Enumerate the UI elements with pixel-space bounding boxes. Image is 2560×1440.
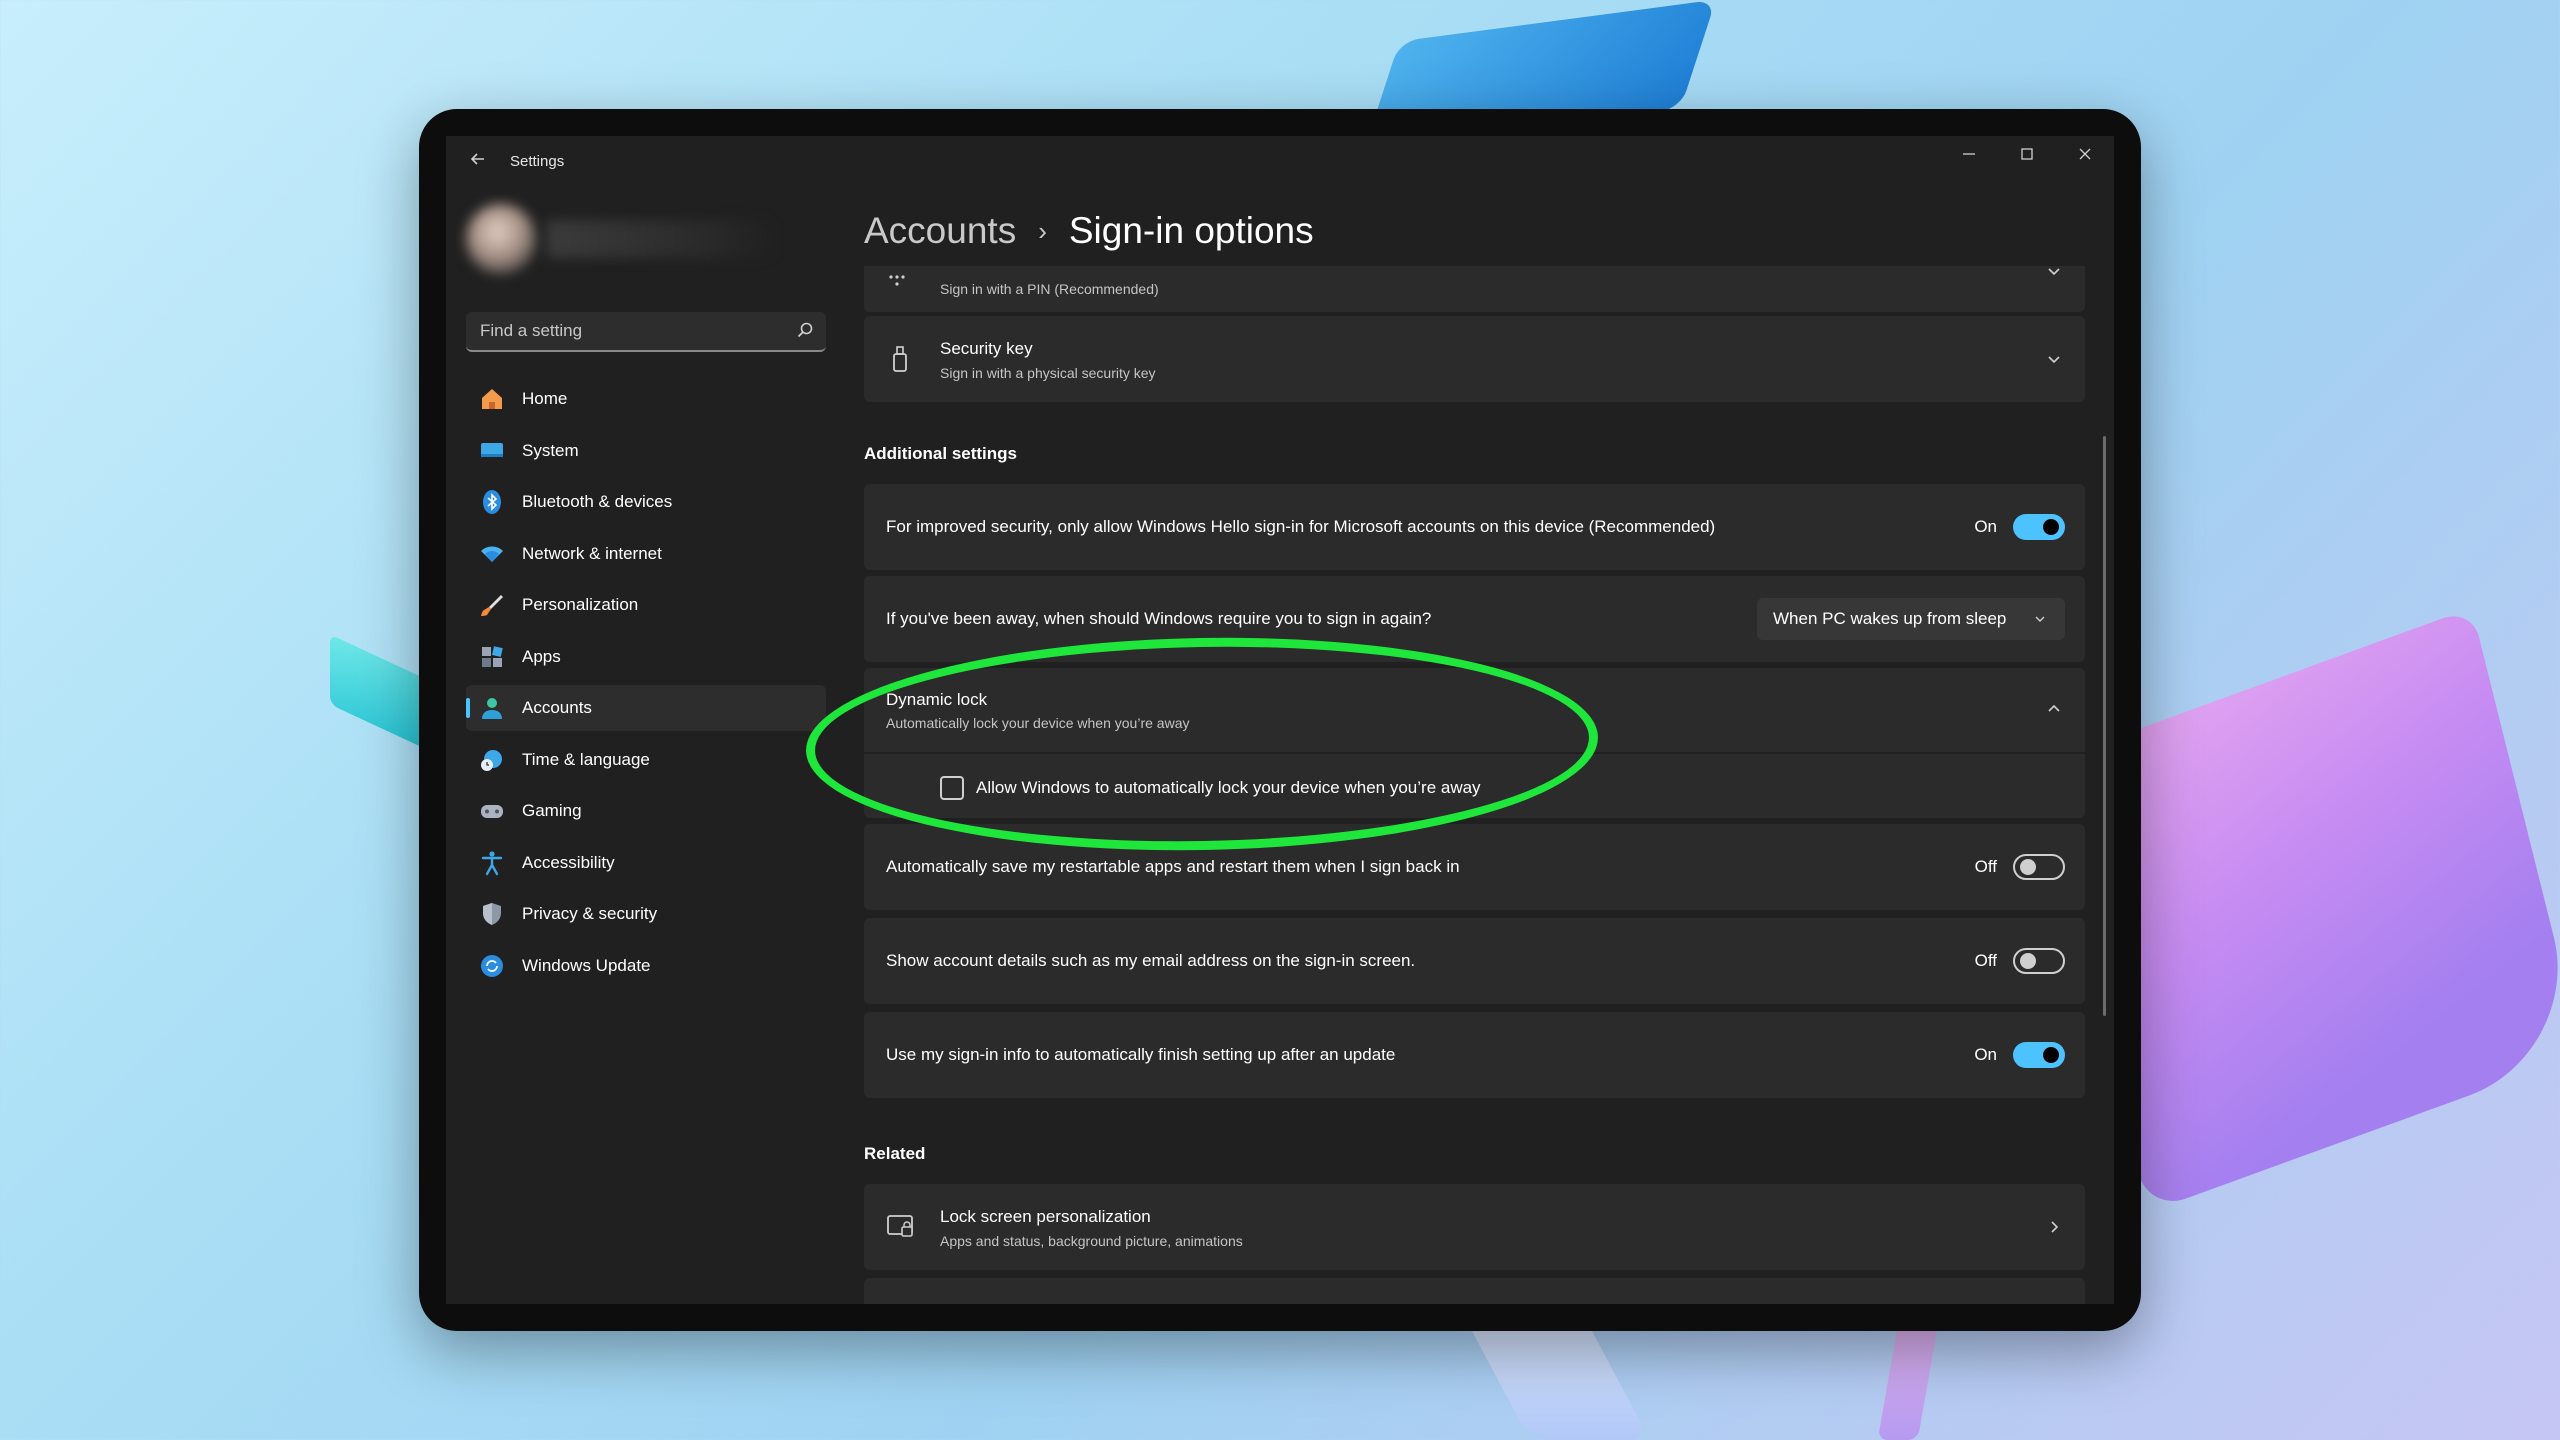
pin-card[interactable]: Sign in with a PIN (Recommended): [864, 266, 2085, 312]
security-key-card[interactable]: Security key Sign in with a physical sec…: [864, 316, 2085, 402]
pin-icon: [889, 275, 905, 286]
sidebar-item-accounts[interactable]: Accounts: [466, 685, 826, 731]
security-key-subtitle: Sign in with a physical security key: [940, 365, 1156, 381]
shield-icon: [478, 900, 506, 928]
user-profile[interactable]: [456, 194, 796, 286]
lock-screen-card[interactable]: Lock screen personalization Apps and sta…: [864, 1184, 2085, 1270]
chevron-up-icon[interactable]: [2045, 700, 2063, 718]
require-signin-value: When PC wakes up from sleep: [1773, 609, 2007, 628]
account-details-state: Off: [1974, 951, 1997, 970]
related-heading: Related: [864, 1144, 926, 1163]
lock-screen-title: Lock screen personalization: [940, 1207, 1151, 1226]
apps-icon: [478, 643, 506, 671]
finish-setup-toggle[interactable]: [2013, 1042, 2065, 1068]
search-icon[interactable]: [796, 321, 814, 339]
back-arrow-icon[interactable]: [466, 149, 490, 173]
wifi-icon: [478, 540, 506, 568]
security-key-title: Security key: [940, 339, 1033, 358]
scrollbar[interactable]: [2103, 436, 2106, 1016]
minimize-button[interactable]: [1940, 136, 1998, 172]
brush-icon: [478, 591, 506, 619]
accessibility-icon: [478, 849, 506, 877]
breadcrumb-accounts[interactable]: Accounts: [864, 210, 1016, 252]
finish-setup-card: Use my sign-in info to automatically fin…: [864, 1012, 2085, 1098]
avatar: [466, 204, 536, 274]
sidebar-item-network[interactable]: Network & internet: [466, 531, 826, 577]
require-signin-label: If you've been away, when should Windows…: [886, 609, 1432, 628]
chevron-down-icon: [2035, 616, 2045, 622]
sidebar-item-home[interactable]: Home: [466, 376, 826, 422]
maximize-button[interactable]: [1998, 136, 2056, 172]
hello-only-label: For improved security, only allow Window…: [886, 517, 1716, 536]
next-related-card[interactable]: [864, 1278, 2085, 1304]
sidebar-item-gaming[interactable]: Gaming: [466, 788, 826, 834]
restart-apps-state: Off: [1974, 857, 1997, 876]
hello-only-state: On: [1974, 517, 1997, 536]
restart-apps-toggle[interactable]: [2013, 854, 2065, 880]
hello-only-toggle[interactable]: [2013, 514, 2065, 540]
search-input[interactable]: [466, 312, 826, 350]
app-title: Settings: [510, 153, 565, 170]
lock-screen-icon: [887, 1215, 913, 1237]
sidebar-item-accessibility[interactable]: Accessibility: [466, 840, 826, 886]
security-key-icon: [893, 346, 907, 372]
title-bar: Settings: [446, 136, 2114, 186]
finish-setup-label: Use my sign-in info to automatically fin…: [886, 1045, 1396, 1064]
update-icon: [478, 952, 506, 980]
account-details-label: Show account details such as my email ad…: [886, 951, 1416, 970]
sidebar-item-windows-update[interactable]: Windows Update: [466, 943, 826, 989]
pin-subtitle: Sign in with a PIN (Recommended): [940, 281, 1159, 297]
page-title: Sign-in options: [1068, 210, 1314, 251]
require-signin-dropdown[interactable]: When PC wakes up from sleep: [1757, 598, 2065, 640]
finish-setup-state: On: [1974, 1045, 1997, 1064]
sidebar-item-system[interactable]: System: [466, 428, 826, 474]
search-box[interactable]: [466, 312, 826, 352]
home-icon: [478, 385, 506, 413]
breadcrumb: Accounts › Sign-in options: [864, 204, 1314, 258]
person-icon: [478, 694, 506, 722]
hello-only-card: For improved security, only allow Window…: [864, 484, 2085, 570]
globe-clock-icon: [478, 746, 506, 774]
sidebar-item-personalization[interactable]: Personalization: [466, 582, 826, 628]
profile-name-blurred: [546, 220, 776, 258]
additional-settings-heading: Additional settings: [864, 444, 1017, 463]
controller-icon: [478, 797, 506, 825]
chevron-down-icon[interactable]: [2045, 266, 2063, 280]
chevron-right-icon[interactable]: [2045, 1218, 2063, 1236]
restart-apps-label: Automatically save my restartable apps a…: [886, 857, 1460, 876]
bluetooth-icon: [478, 488, 506, 516]
sidebar-item-apps[interactable]: Apps: [466, 634, 826, 680]
sidebar-item-time-language[interactable]: Time & language: [466, 737, 826, 783]
chevron-right-icon: ›: [1038, 215, 1047, 246]
close-button[interactable]: [2056, 136, 2114, 172]
chevron-down-icon[interactable]: [2045, 350, 2063, 368]
account-details-toggle[interactable]: [2013, 948, 2065, 974]
sidebar-item-bluetooth[interactable]: Bluetooth & devices: [466, 479, 826, 525]
account-details-card: Show account details such as my email ad…: [864, 918, 2085, 1004]
lock-screen-subtitle: Apps and status, background picture, ani…: [940, 1233, 1243, 1249]
sidebar-nav: Home System Bluetooth & devices Network …: [466, 376, 826, 994]
sidebar-item-privacy[interactable]: Privacy & security: [466, 891, 826, 937]
monitor-icon: [478, 437, 506, 465]
